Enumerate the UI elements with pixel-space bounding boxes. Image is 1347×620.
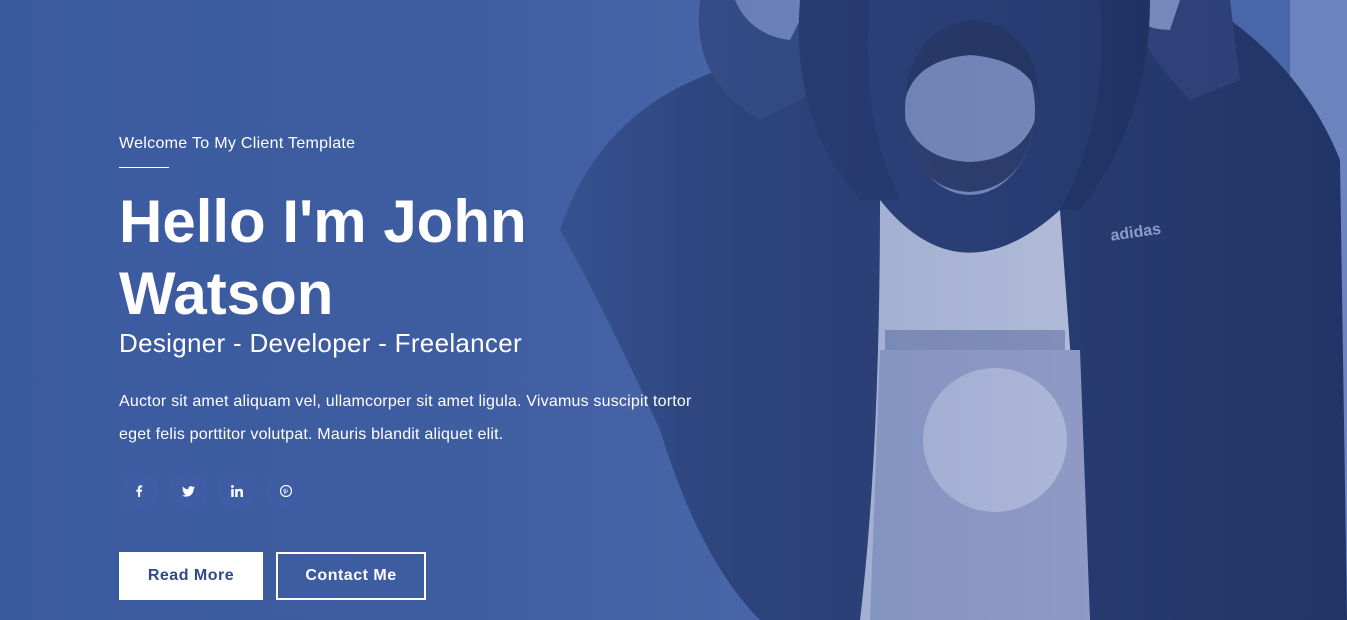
facebook-link[interactable]: [119, 471, 159, 511]
hero-subtitle: Designer - Developer - Freelancer: [119, 328, 522, 358]
pinterest-icon: [280, 485, 292, 497]
linkedin-link[interactable]: [217, 471, 257, 511]
facebook-icon: [136, 485, 143, 497]
hero-content: Welcome To My Client Template Hello I'm …: [119, 0, 759, 620]
hero-buttons: Read More Contact Me: [119, 552, 426, 600]
hero-description: Auctor sit amet aliquam vel, ullamcorper…: [119, 393, 692, 443]
pinterest-link[interactable]: [266, 471, 306, 511]
read-more-button[interactable]: Read More: [119, 552, 263, 600]
hero-title: Hello I'm John Watson: [119, 188, 527, 327]
social-links: [119, 471, 306, 511]
hero-kicker: Welcome To My Client Template: [119, 135, 356, 152]
contact-me-button[interactable]: Contact Me: [276, 552, 426, 600]
kicker-underline: [119, 167, 169, 168]
hero-section: adidas Welcome To My Client Template Hel…: [0, 0, 1347, 620]
linkedin-icon: [231, 485, 243, 497]
twitter-icon: [181, 485, 195, 497]
twitter-link[interactable]: [168, 471, 208, 511]
